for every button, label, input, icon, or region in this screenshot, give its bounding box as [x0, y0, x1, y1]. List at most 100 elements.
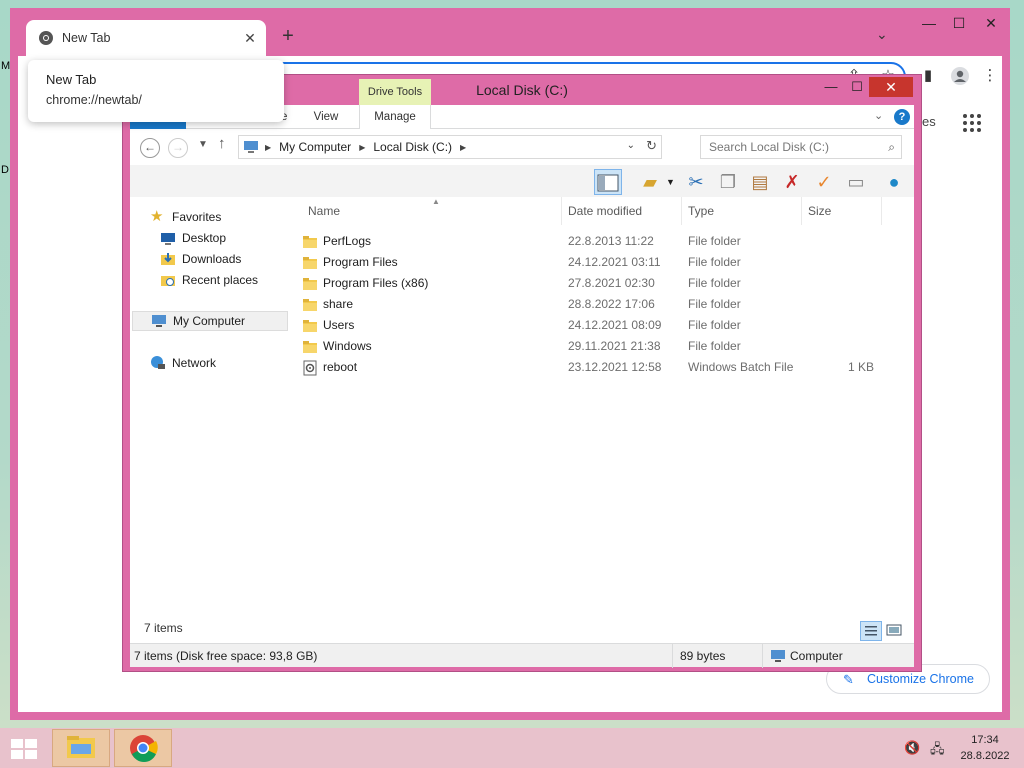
taskbar-file-explorer[interactable]	[52, 729, 110, 767]
recent-locations-icon[interactable]: ▼	[198, 139, 208, 150]
file-row[interactable]: Program Files 24.12.2021 03:11 File folder	[302, 252, 902, 273]
recent-places-icon	[161, 276, 175, 286]
file-date-modified: 24.12.2021 08:09	[568, 318, 662, 332]
menu-kebab-icon[interactable]: ⋮	[980, 66, 1000, 86]
expand-ribbon-icon[interactable]: ⌄	[874, 109, 883, 122]
file-date-modified: 22.8.2013 11:22	[568, 234, 654, 248]
computer-icon	[771, 650, 785, 662]
explorer-minimize-button[interactable]: —	[819, 78, 843, 96]
file-row[interactable]: Windows 29.11.2021 21:38 File folder	[302, 336, 902, 357]
explorer-close-button[interactable]: ✕	[869, 77, 913, 97]
file-name-cell: share	[302, 294, 353, 315]
shortcut-link-text[interactable]: es	[922, 114, 936, 129]
tab-view[interactable]: View	[304, 105, 348, 129]
file-size: 1 KB	[847, 360, 874, 374]
file-explorer-window: ▼ Drive Tools Local Disk (C:) — ☐ ✕ File…	[122, 74, 922, 672]
select-dropdown-icon[interactable]: ▼	[666, 177, 675, 187]
file-explorer-icon	[67, 736, 95, 758]
file-row[interactable]: share 28.8.2022 17:06 File folder	[302, 294, 902, 315]
search-input[interactable]: Search Local Disk (C:) ⌕	[700, 135, 902, 159]
folder-icon	[303, 256, 317, 269]
select-folder-icon[interactable]: ▰	[636, 169, 664, 195]
navigation-bar: ← → ▼ ↑ ▶ My Computer ▶ Local Disk (C:) …	[130, 129, 914, 165]
back-button[interactable]: ←	[140, 138, 160, 158]
chrome-logo-icon	[39, 31, 53, 45]
cut-icon[interactable]: ✂	[682, 169, 710, 195]
properties-check-icon[interactable]: ✓	[810, 169, 838, 195]
nav-item-desktop[interactable]: Desktop	[160, 228, 226, 248]
file-row[interactable]: reboot 23.12.2021 12:58 Windows Batch File…	[302, 357, 902, 378]
navigation-pane: ★ Favorites Desktop Downloads Recent pla…	[130, 197, 296, 617]
explorer-maximize-button[interactable]: ☐	[845, 78, 869, 96]
file-row[interactable]: PerfLogs 22.8.2013 11:22 File folder	[302, 231, 902, 252]
nav-label: My Computer	[173, 314, 246, 328]
tab-search-icon[interactable]: ⌄	[876, 26, 888, 43]
item-count: 7 items	[144, 621, 183, 635]
nav-item-network[interactable]: Network	[150, 353, 216, 373]
status-location: Computer	[790, 649, 843, 663]
file-type: File folder	[688, 255, 741, 269]
delete-icon[interactable]: ✗	[778, 169, 806, 195]
file-name: share	[323, 297, 354, 311]
file-name: Users	[323, 318, 355, 332]
nav-item-favorites[interactable]: ★ Favorites	[150, 207, 221, 227]
file-row[interactable]: Users 24.12.2021 08:09 File folder	[302, 315, 902, 336]
desktop-icon-label-fragment: M	[1, 60, 11, 72]
nav-item-my-computer[interactable]: My Computer	[132, 311, 288, 331]
clock-time: 17:34	[971, 734, 999, 746]
chrome-maximize-button[interactable]: ☐	[944, 14, 974, 34]
profile-avatar-icon[interactable]	[950, 66, 970, 86]
nav-item-recent-places[interactable]: Recent places	[160, 270, 258, 290]
paste-icon[interactable]: ▤	[746, 169, 774, 195]
chrome-tab-title: New Tab	[62, 31, 111, 45]
downloads-icon	[161, 253, 175, 265]
network-icon	[151, 356, 165, 369]
folder-icon	[303, 340, 317, 353]
refresh-icon[interactable]: ↻	[646, 138, 657, 154]
batch-file-icon	[303, 360, 317, 375]
network-status-icon[interactable]: 🖧	[930, 740, 945, 762]
file-name: Program Files (x86)	[323, 276, 429, 290]
file-type: File folder	[688, 234, 741, 248]
column-header-date[interactable]: Date modified	[562, 197, 682, 225]
breadcrumb-local-disk[interactable]: Local Disk (C:)	[373, 140, 452, 154]
chrome-minimize-button[interactable]: —	[914, 14, 944, 34]
column-header-size[interactable]: Size	[802, 197, 882, 225]
file-date-modified: 29.11.2021 21:38	[568, 339, 661, 353]
up-arrow-icon[interactable]: ↑	[218, 135, 226, 152]
status-selection-size: 89 bytes	[680, 649, 726, 663]
file-row[interactable]: Program Files (x86) 27.8.2021 02:30 File f…	[302, 273, 902, 294]
file-name-cell: PerfLogs	[302, 231, 371, 252]
chrome-close-button[interactable]: ✕	[976, 14, 1006, 34]
help-icon[interactable]: ?	[894, 109, 910, 125]
windows-start-icon[interactable]	[10, 738, 38, 760]
nav-item-downloads[interactable]: Downloads	[160, 249, 241, 269]
column-header-name[interactable]: Name	[302, 197, 562, 225]
system-clock[interactable]: 17:34 28.8.2022	[954, 732, 1016, 764]
preview-pane-icon[interactable]	[594, 169, 622, 195]
breadcrumb-chevron-icon[interactable]: ▶	[460, 143, 466, 152]
status-divider	[672, 644, 673, 668]
large-icons-view-icon[interactable]	[884, 621, 906, 641]
taskbar-chrome[interactable]	[114, 729, 172, 767]
address-history-dropdown-icon[interactable]: ⌄	[627, 140, 635, 151]
address-box[interactable]: ▶ My Computer ▶ Local Disk (C:) ▶ ⌄ ↻	[238, 135, 662, 159]
shell-options-icon[interactable]: ●	[880, 169, 908, 195]
close-tab-icon[interactable]: ✕	[240, 30, 260, 47]
breadcrumb-chevron-icon[interactable]: ▶	[265, 143, 271, 152]
star-icon: ★	[150, 208, 164, 225]
rename-icon[interactable]: ▭	[842, 169, 870, 195]
file-name-cell: reboot	[302, 357, 357, 378]
tab-manage[interactable]: Manage	[359, 105, 431, 129]
details-view-icon[interactable]	[860, 621, 882, 641]
apps-grid-icon[interactable]	[963, 114, 981, 132]
chrome-tab-new-tab[interactable]: New Tab ✕	[26, 20, 266, 56]
volume-muted-icon[interactable]: 🔇	[904, 740, 920, 756]
breadcrumb-chevron-icon[interactable]: ▶	[359, 143, 365, 152]
new-tab-button[interactable]: +	[276, 24, 300, 48]
copy-icon[interactable]: ❐	[714, 169, 742, 195]
taskbar: 🔇 🖧 17:34 28.8.2022	[0, 728, 1024, 768]
forward-button[interactable]: →	[168, 138, 188, 158]
breadcrumb-my-computer[interactable]: My Computer	[279, 140, 351, 154]
column-header-type[interactable]: Type	[682, 197, 802, 225]
